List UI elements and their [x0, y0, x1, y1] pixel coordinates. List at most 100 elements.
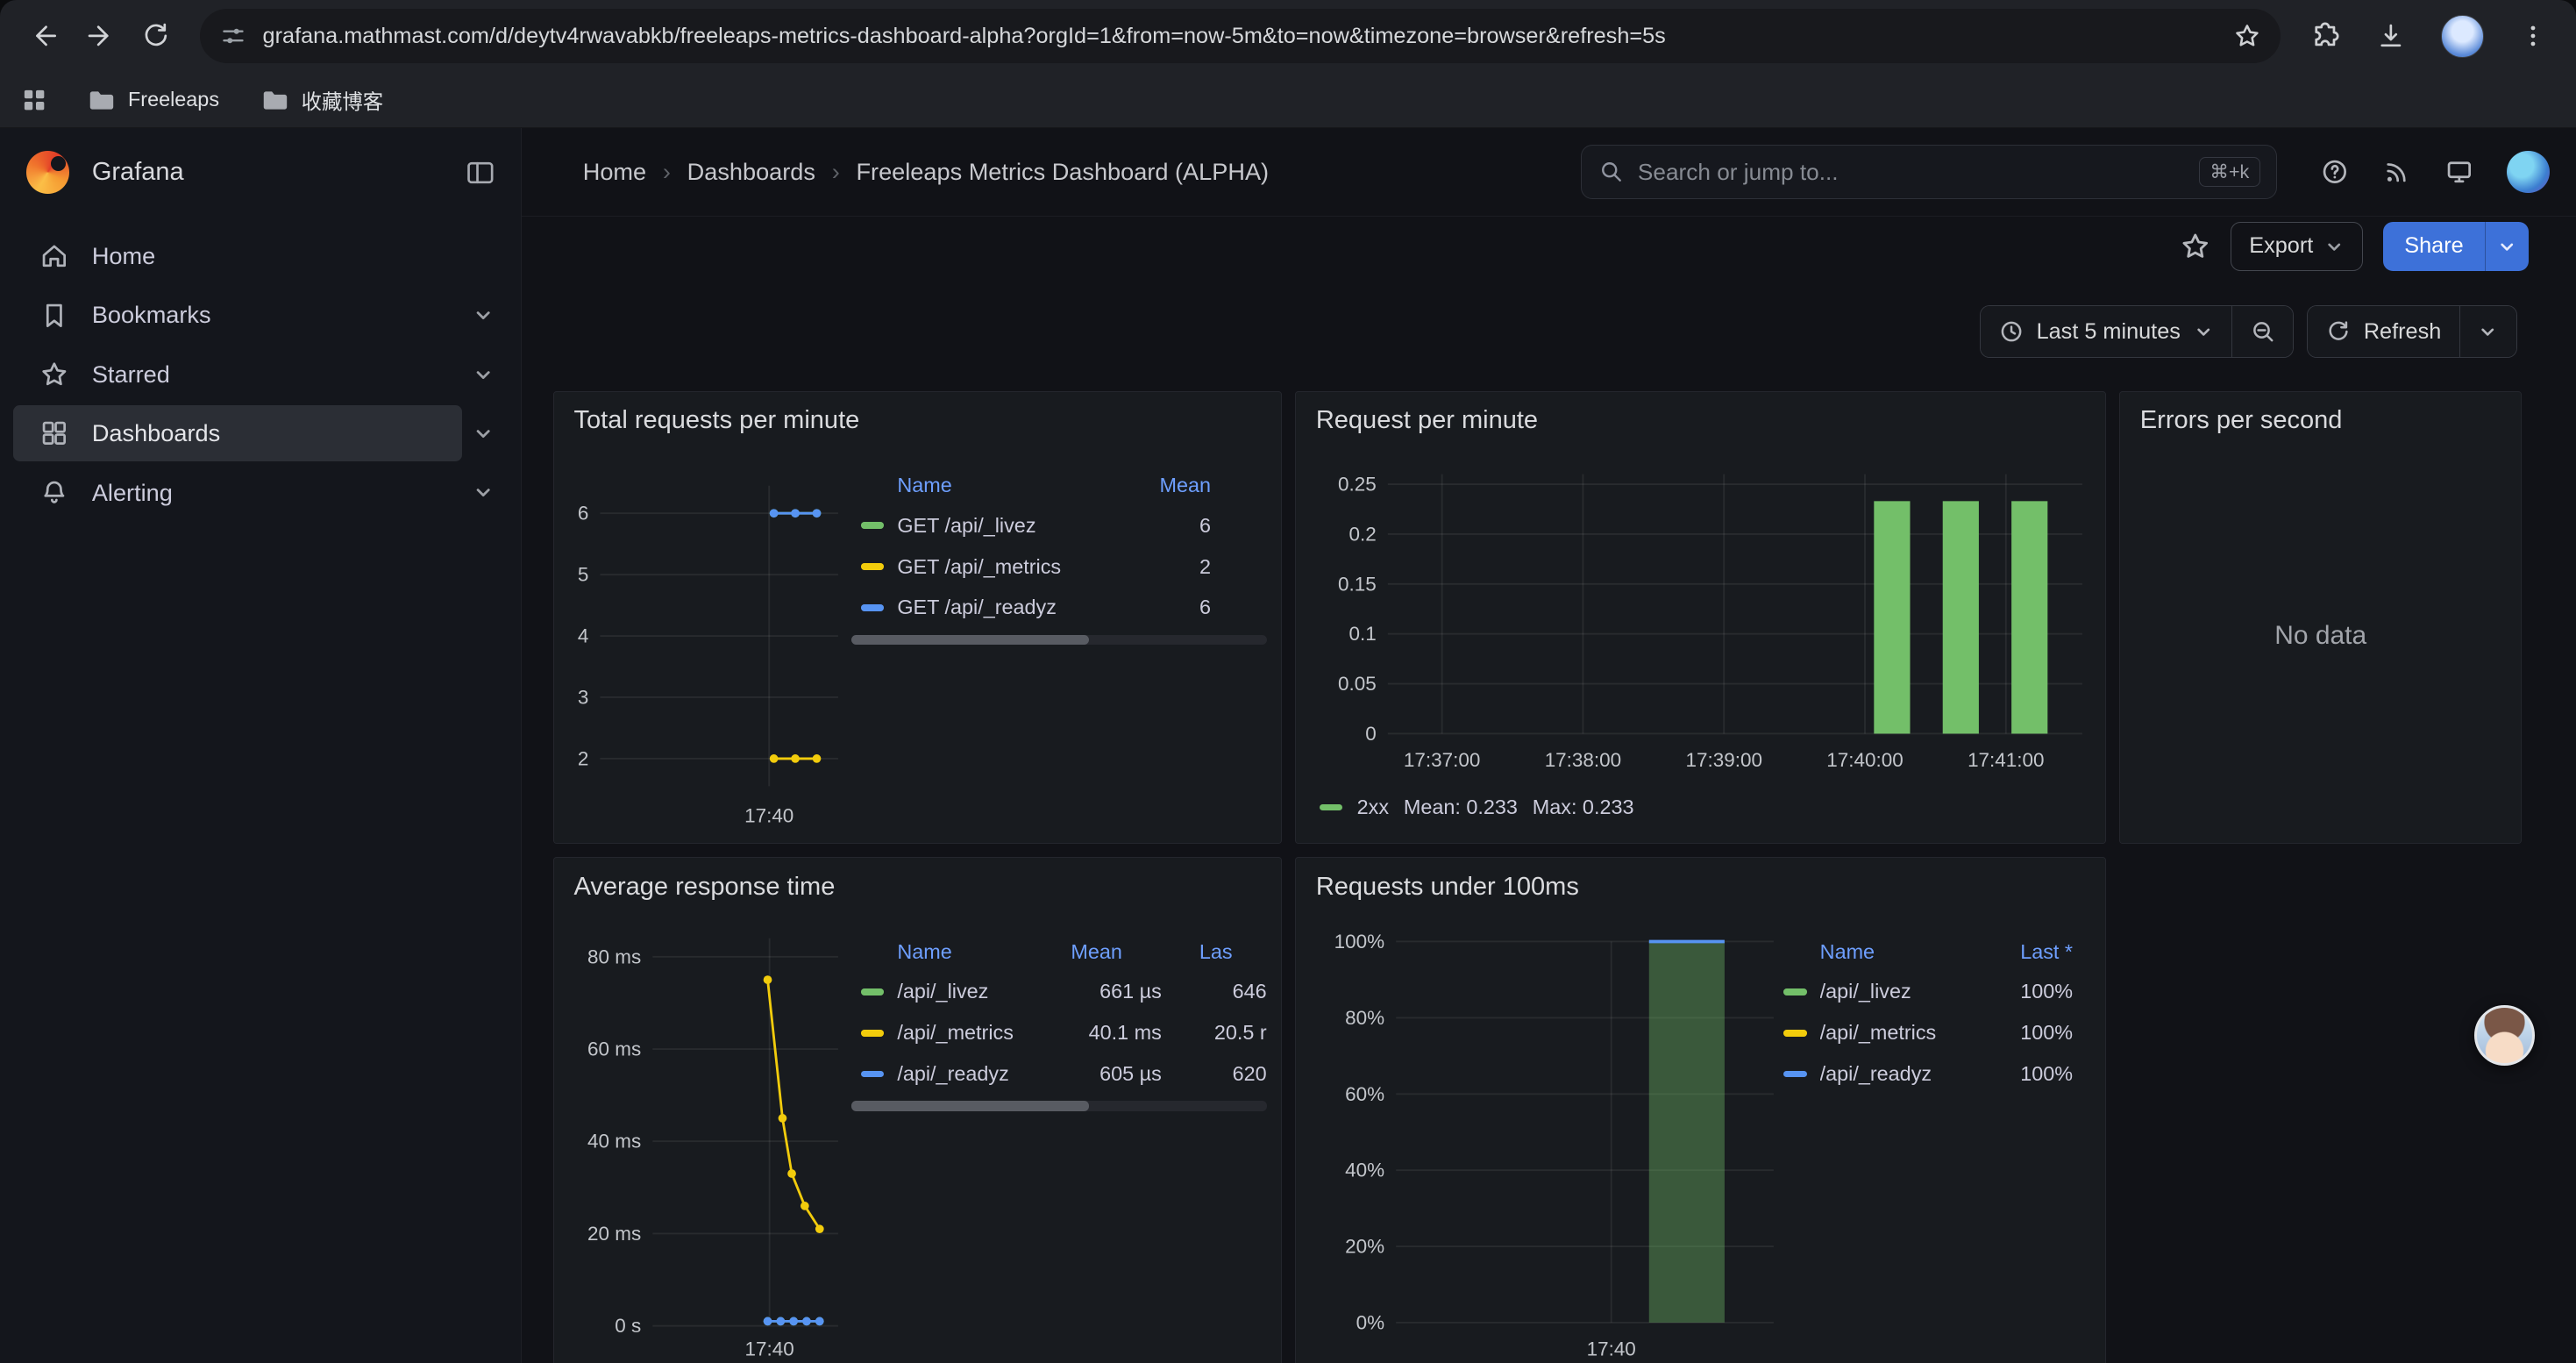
- panel-title[interactable]: Requests under 100ms: [1296, 858, 1598, 917]
- svg-text:17:38:00: 17:38:00: [1545, 749, 1621, 771]
- search-input[interactable]: [1638, 159, 2186, 186]
- legend-row[interactable]: GET /api/_livez 6: [851, 505, 1267, 546]
- request-per-minute-chart[interactable]: 0.250.20.150.10.05017:37:0017:38:0017:39…: [1296, 392, 2106, 845]
- sidebar-item-starred[interactable]: Starred: [13, 346, 462, 403]
- series-name: GET /api/_readyz: [897, 596, 1099, 619]
- panel-title[interactable]: Errors per second: [2120, 392, 2362, 451]
- browser-menu-icon[interactable]: [2520, 23, 2546, 49]
- chevron-down-icon: [2194, 322, 2213, 341]
- legend[interactable]: 2xx Mean: 0.233 Max: 0.233: [1320, 796, 1634, 819]
- scrollbar-thumb[interactable]: [851, 635, 1090, 645]
- site-info-icon[interactable]: [220, 23, 246, 49]
- column-header-mean[interactable]: Mean: [1113, 474, 1211, 497]
- time-range-label: Last 5 minutes: [2037, 319, 2181, 345]
- time-range-picker[interactable]: Last 5 minutes: [1981, 306, 2231, 357]
- refresh-interval-dropdown[interactable]: [2459, 306, 2516, 357]
- sidebar-item-home[interactable]: Home: [13, 228, 505, 284]
- floating-assistant-avatar[interactable]: [2474, 1005, 2535, 1066]
- series-last: 100%: [1988, 1021, 2073, 1045]
- series-name: /api/_livez: [897, 980, 1036, 1003]
- series-mean: 661 µs: [1050, 980, 1162, 1003]
- series-mean: 2: [1113, 555, 1211, 579]
- legend-row[interactable]: GET /api/_metrics 2: [851, 546, 1267, 588]
- monitor-icon[interactable]: [2444, 157, 2474, 187]
- extensions-icon[interactable]: [2310, 21, 2340, 51]
- back-button[interactable]: [17, 8, 73, 64]
- column-header-name[interactable]: Name: [1820, 940, 1975, 964]
- svg-text:0: 0: [1366, 723, 1377, 745]
- download-icon[interactable]: [2376, 21, 2406, 51]
- series-max: Max: 0.233: [1533, 796, 1634, 819]
- svg-text:60 ms: 60 ms: [587, 1038, 641, 1060]
- legend-row[interactable]: GET /api/_readyz 6: [851, 587, 1267, 628]
- panel-title[interactable]: Request per minute: [1296, 392, 1557, 451]
- breadcrumb-dashboards[interactable]: Dashboards: [687, 158, 815, 186]
- scrollbar-thumb[interactable]: [851, 1101, 1090, 1110]
- legend-row[interactable]: /api/_metrics 40.1 ms 20.5 r: [851, 1012, 1267, 1053]
- dashboard-actions: Export Share: [522, 217, 2575, 275]
- bookmark-star-icon[interactable]: [2233, 22, 2261, 50]
- refresh-button[interactable]: Refresh: [2308, 306, 2459, 357]
- user-avatar[interactable]: [2507, 151, 2550, 194]
- help-icon[interactable]: [2320, 157, 2350, 187]
- sidebar-item-label: Bookmarks: [92, 301, 211, 329]
- sidebar-item-alerting[interactable]: Alerting: [13, 465, 462, 521]
- apps-grid-icon[interactable]: [23, 89, 46, 111]
- column-header-last[interactable]: Las: [1135, 940, 1267, 964]
- share-dropdown-button[interactable]: [2485, 222, 2529, 271]
- bookmark-icon: [39, 301, 69, 331]
- url-bar[interactable]: [200, 9, 2281, 63]
- svg-text:17:40:00: 17:40:00: [1827, 749, 1904, 771]
- bookmark-folder-freeleaps[interactable]: Freeleaps: [89, 88, 219, 111]
- legend-row[interactable]: /api/_readyz 605 µs 620: [851, 1053, 1267, 1095]
- svg-text:80 ms: 80 ms: [587, 946, 641, 968]
- series-color-dash: [861, 1030, 884, 1036]
- browser-profile-avatar[interactable]: [2441, 15, 2484, 58]
- horizontal-scrollbar[interactable]: [851, 1101, 1267, 1110]
- svg-text:17:37:00: 17:37:00: [1404, 749, 1480, 771]
- rss-icon[interactable]: [2382, 157, 2412, 187]
- column-header-name[interactable]: Name: [897, 474, 1099, 497]
- series-name: /api/_metrics: [897, 1021, 1036, 1045]
- search-box[interactable]: ⌘+k: [1581, 145, 2277, 199]
- column-header-last[interactable]: Last *: [1988, 940, 2073, 964]
- legend-row[interactable]: /api/_metrics 100%: [1783, 1012, 2073, 1053]
- grafana-logo[interactable]: [26, 151, 69, 194]
- favorite-star-icon[interactable]: [2180, 231, 2211, 262]
- legend-row[interactable]: /api/_livez 661 µs 646: [851, 972, 1267, 1013]
- main-content: Home › Dashboards › Freeleaps Metrics Da…: [522, 128, 2575, 1363]
- chevron-down-icon[interactable]: [462, 405, 505, 461]
- column-header-mean[interactable]: Mean: [1011, 940, 1122, 964]
- panel-title[interactable]: Total requests per minute: [554, 392, 879, 451]
- chevron-down-icon[interactable]: [462, 346, 505, 403]
- svg-text:17:39:00: 17:39:00: [1686, 749, 1762, 771]
- url-input[interactable]: [263, 24, 2217, 49]
- series-color-dash: [1783, 1030, 1806, 1036]
- sidebar-item-bookmarks[interactable]: Bookmarks: [13, 288, 462, 344]
- dock-menu-button[interactable]: [466, 160, 495, 186]
- svg-text:40 ms: 40 ms: [587, 1131, 641, 1152]
- zoom-out-button[interactable]: [2231, 306, 2293, 357]
- series-last: 646: [1175, 980, 1267, 1003]
- legend-row[interactable]: /api/_livez 100%: [1783, 972, 2073, 1013]
- bookmark-folder-blogs[interactable]: 收藏博客: [262, 85, 383, 115]
- series-last: 100%: [1988, 1062, 2073, 1086]
- sidebar-item-dashboards[interactable]: Dashboards: [13, 405, 462, 461]
- forward-button[interactable]: [72, 8, 128, 64]
- panel-title[interactable]: Average response time: [554, 858, 855, 917]
- legend-row[interactable]: /api/_readyz 100%: [1783, 1053, 2073, 1095]
- breadcrumb-home[interactable]: Home: [583, 158, 646, 186]
- chevron-down-icon[interactable]: [462, 288, 505, 344]
- share-split-button: Share: [2383, 222, 2529, 271]
- column-header-name[interactable]: Name: [897, 940, 997, 964]
- export-button[interactable]: Export: [2231, 222, 2364, 271]
- series-name: /api/_metrics: [1820, 1021, 1975, 1045]
- reload-button[interactable]: [128, 8, 184, 64]
- folder-icon: [262, 89, 288, 111]
- panel-requests-under-100ms: Requests under 100ms 100%80%60%40%20%0%1…: [1295, 857, 2106, 1363]
- chevron-down-icon[interactable]: [462, 465, 505, 521]
- chevron-down-icon: [2478, 322, 2497, 341]
- share-button[interactable]: Share: [2383, 222, 2485, 271]
- horizontal-scrollbar[interactable]: [851, 635, 1267, 645]
- breadcrumb-current: Freeleaps Metrics Dashboard (ALPHA): [856, 158, 1269, 186]
